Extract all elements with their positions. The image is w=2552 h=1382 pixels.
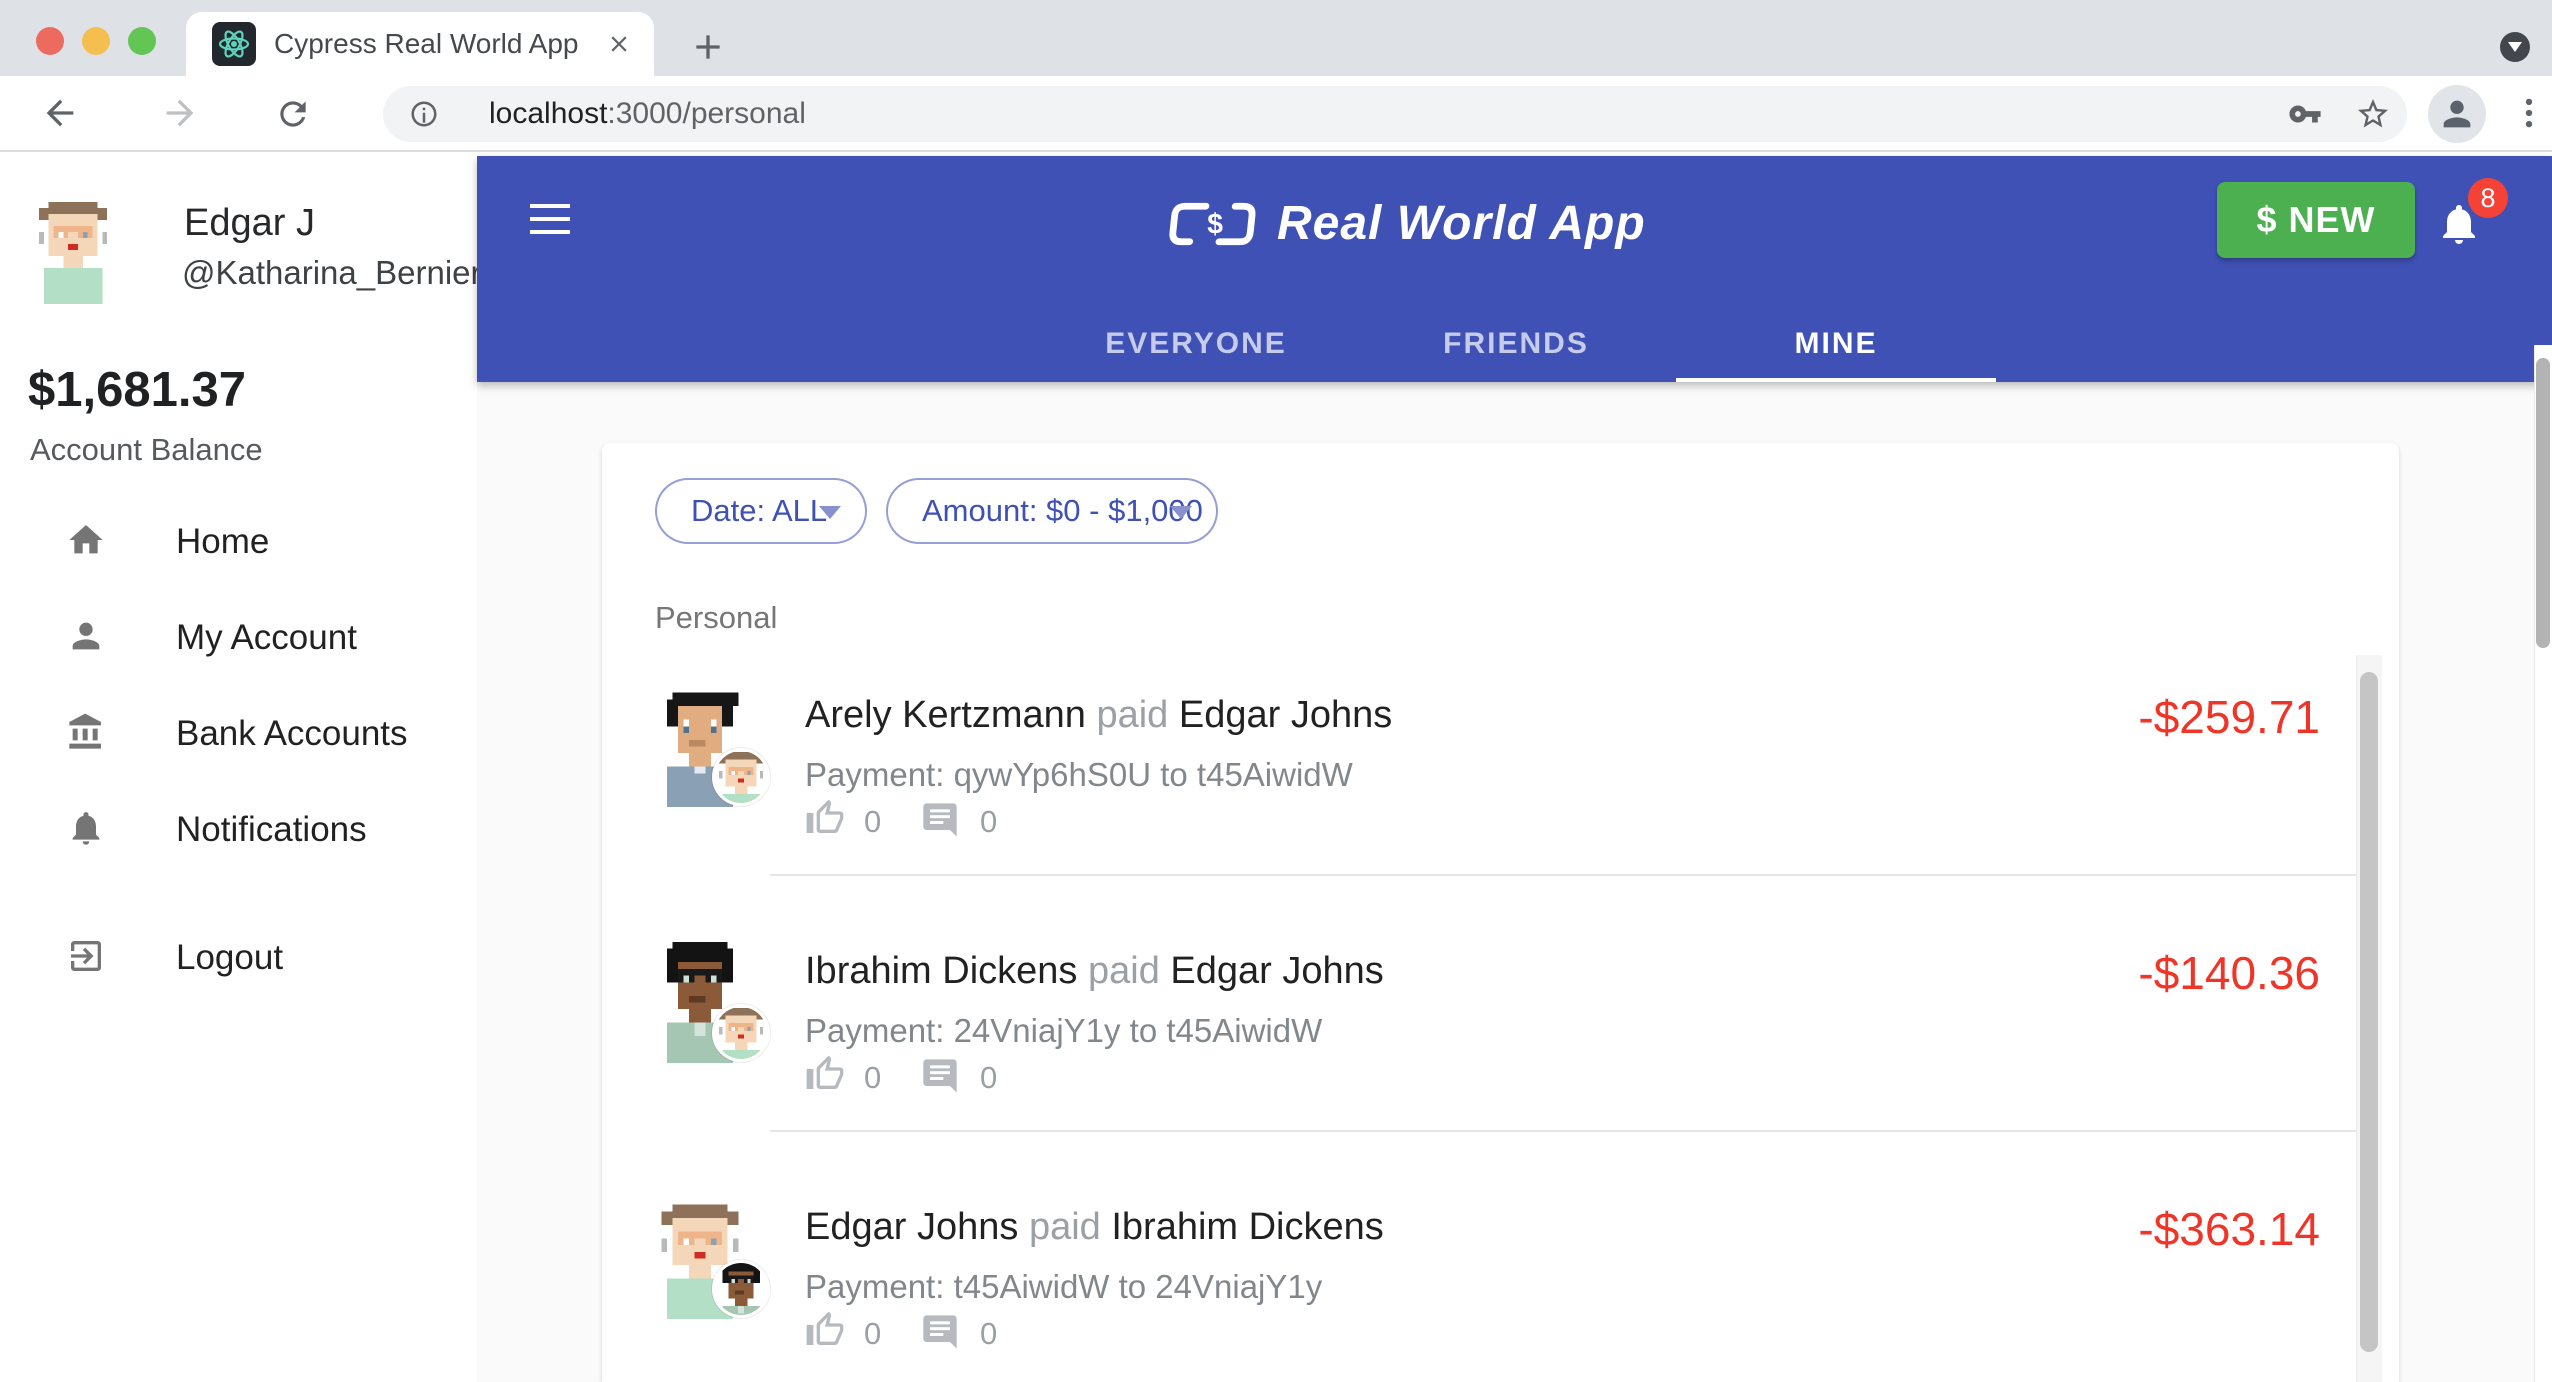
transaction-title: Arely Kertzmann paid Edgar Johns — [805, 694, 1393, 736]
like-count: 0 — [864, 1060, 882, 1095]
row-divider — [770, 1130, 2356, 1132]
receiver-avatar[interactable] — [712, 1004, 770, 1062]
transaction-row[interactable]: Arely Kertzmann paid Edgar Johns Payment… — [602, 660, 2356, 875]
sidebar: Edgar J @Katharina_Bernier $1,681.37 Acc… — [0, 156, 482, 1382]
like-button-icon[interactable] — [805, 1054, 845, 1094]
transaction-title: Edgar Johns paid Ibrahim Dickens — [805, 1206, 1384, 1248]
sidebar-item-label: Bank Accounts — [176, 714, 408, 753]
receiver-avatar[interactable] — [712, 1260, 770, 1318]
chevron-down-icon — [819, 506, 841, 519]
hamburger-menu-button[interactable] — [530, 204, 570, 238]
comment-button-icon[interactable] — [920, 1056, 960, 1096]
sidebar-item-notifications[interactable]: Notifications — [0, 808, 477, 888]
tab-everyone[interactable]: EVERYONE — [1036, 312, 1356, 376]
amount-filter-chip[interactable]: Amount: $0 - $1,000 — [886, 478, 1218, 544]
person-icon — [2443, 100, 2471, 128]
sidebar-item-label: Logout — [176, 938, 284, 977]
bank-icon — [69, 713, 101, 749]
like-count: 0 — [864, 1316, 882, 1351]
user-avatar — [34, 196, 112, 304]
sidebar-item-label: My Account — [176, 618, 357, 657]
svg-text:$: $ — [1207, 207, 1223, 239]
browser-menu-icon[interactable] — [2510, 94, 2548, 132]
back-button[interactable] — [40, 93, 80, 133]
bell-icon — [72, 812, 100, 845]
transaction-amount: -$259.71 — [2138, 691, 2320, 743]
sidebar-item-home[interactable]: Home — [0, 520, 477, 600]
comment-button-icon[interactable] — [920, 1312, 960, 1352]
new-tab-button[interactable] — [688, 27, 728, 67]
forward-button[interactable] — [160, 93, 200, 133]
sidebar-item-label: Home — [176, 522, 270, 561]
comment-count: 0 — [980, 804, 998, 839]
notification-count-badge: 8 — [2468, 178, 2508, 218]
comment-button-icon[interactable] — [920, 800, 960, 840]
tab-close-icon[interactable] — [606, 31, 632, 57]
reload-button[interactable] — [274, 95, 312, 133]
site-info-icon[interactable] — [409, 99, 439, 129]
transaction-row[interactable]: Ibrahim Dickens paid Edgar Johns Payment… — [602, 916, 2356, 1131]
transaction-amount: -$140.36 — [2138, 947, 2320, 999]
list-scrollbar-thumb[interactable] — [2360, 672, 2378, 1352]
page-scrollbar-thumb[interactable] — [2536, 358, 2550, 648]
url-path: :3000/personal — [607, 97, 806, 130]
like-button-icon[interactable] — [805, 798, 845, 838]
window-close-button[interactable] — [36, 27, 64, 55]
transaction-description: Payment: t45AiwidW to 24VniajY1y — [805, 1268, 1323, 1305]
browser-profile-avatar[interactable] — [2428, 85, 2486, 143]
amount-filter-label: Amount: $0 - $1,000 — [922, 493, 1203, 528]
receiver-avatar[interactable] — [712, 748, 770, 806]
comment-count: 0 — [980, 1060, 998, 1095]
app-header: $ Real World App EVERYONE FRIENDS MINE $… — [477, 156, 2552, 382]
address-bar[interactable]: localhost:3000/personal — [383, 86, 2407, 142]
tab-search-button[interactable] — [2500, 32, 2530, 62]
chevron-down-icon — [1170, 506, 1192, 519]
user-handle: @Katharina_Bernier — [182, 254, 482, 291]
tab-friends[interactable]: FRIENDS — [1356, 312, 1676, 376]
new-transaction-button[interactable]: $ NEW — [2217, 182, 2415, 258]
transaction-title: Ibrahim Dickens paid Edgar Johns — [805, 950, 1384, 992]
browser-tab[interactable]: Cypress Real World App — [186, 12, 654, 76]
date-filter-label: Date: ALL — [691, 493, 828, 528]
app-title: Real World App — [1277, 197, 1646, 250]
home-icon — [69, 525, 103, 554]
react-favicon-icon — [212, 22, 256, 66]
bookmark-star-icon[interactable] — [2355, 96, 2391, 132]
person-icon — [72, 622, 100, 650]
sidebar-item-logout[interactable]: Logout — [0, 936, 477, 1016]
account-balance-value: $1,681.37 — [28, 363, 246, 417]
date-filter-chip[interactable]: Date: ALL — [655, 478, 867, 544]
active-tab-indicator — [1676, 378, 1996, 382]
row-divider — [770, 874, 2356, 876]
logout-icon — [71, 941, 101, 971]
sidebar-item-my-account[interactable]: My Account — [0, 616, 477, 696]
chevron-down-icon — [2508, 42, 2522, 52]
url-text[interactable]: localhost:3000/personal — [489, 86, 806, 142]
url-host: localhost — [489, 97, 608, 130]
account-balance-label: Account Balance — [30, 432, 263, 467]
app-logo-icon: $ — [1169, 202, 1256, 246]
transactions-group-label: Personal — [655, 600, 778, 635]
sidebar-item-label: Notifications — [176, 810, 367, 849]
window-zoom-button[interactable] — [128, 27, 156, 55]
browser-toolbar: localhost:3000/personal — [0, 76, 2552, 152]
sidebar-item-bank-accounts[interactable]: Bank Accounts — [0, 712, 477, 792]
user-name: Edgar J — [184, 202, 315, 244]
transaction-description: Payment: qywYp6hS0U to t45AiwidW — [805, 756, 1353, 793]
transaction-amount: -$363.14 — [2138, 1203, 2320, 1255]
tab-title: Cypress Real World App — [274, 28, 579, 59]
browser-tab-strip: Cypress Real World App — [0, 0, 2552, 76]
like-count: 0 — [864, 804, 882, 839]
comment-count: 0 — [980, 1316, 998, 1351]
transaction-description: Payment: 24VniajY1y to t45AiwidW — [805, 1012, 1323, 1049]
tab-mine[interactable]: MINE — [1676, 312, 1996, 376]
window-minimize-button[interactable] — [82, 27, 110, 55]
password-key-icon[interactable] — [2288, 97, 2322, 131]
transaction-row[interactable]: Edgar Johns paid Ibrahim Dickens Payment… — [602, 1172, 2356, 1382]
like-button-icon[interactable] — [805, 1310, 845, 1350]
